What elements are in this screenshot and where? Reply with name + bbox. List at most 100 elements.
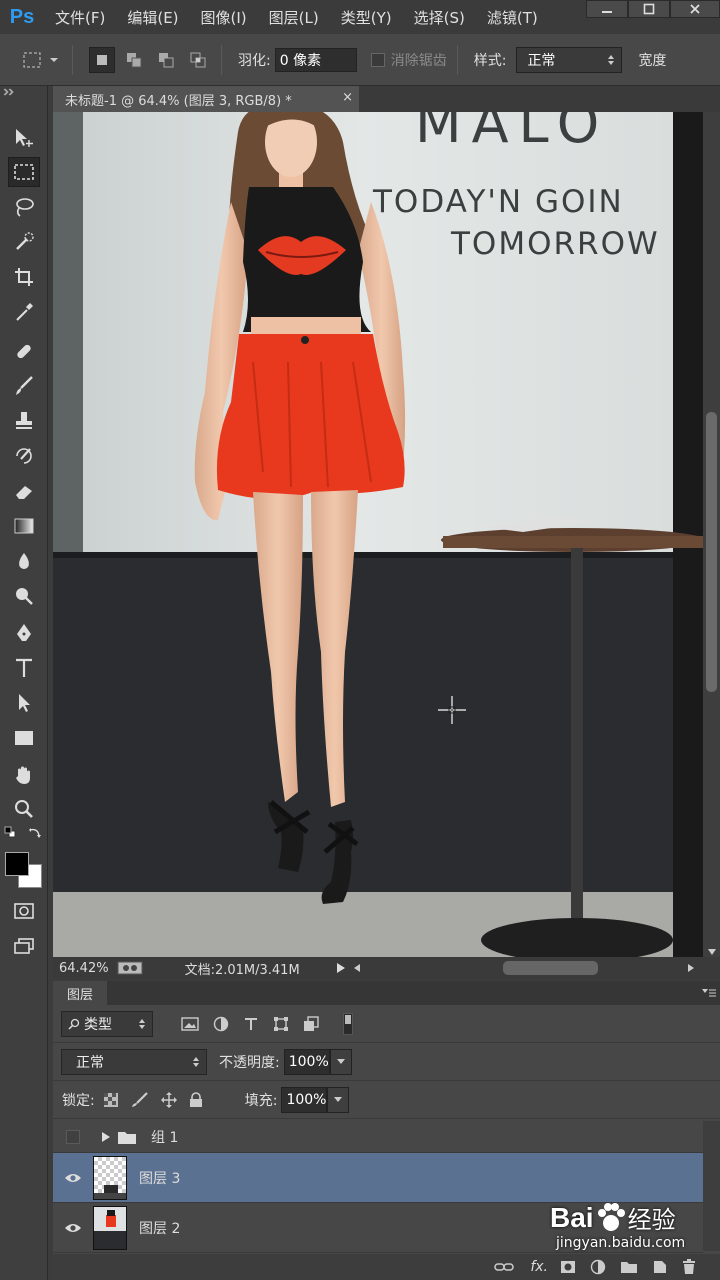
add-selection-button[interactable] — [121, 47, 147, 73]
canvas-vertical-scrollbar[interactable] — [703, 112, 720, 957]
default-colors-button[interactable] — [4, 826, 16, 838]
clone-stamp-tool[interactable] — [8, 406, 40, 436]
eyedropper-tool[interactable] — [8, 297, 40, 327]
rect-marquee-tool[interactable] — [8, 157, 40, 187]
maximize-button[interactable] — [628, 0, 670, 18]
fill-input[interactable]: 100% — [281, 1086, 328, 1113]
healing-brush-tool[interactable] — [8, 336, 40, 366]
expand-arrow-icon[interactable] — [101, 1131, 111, 1143]
swap-colors-button[interactable] — [28, 826, 42, 840]
visibility-toggle[interactable] — [53, 1129, 93, 1144]
path-selection-tool[interactable] — [8, 688, 40, 718]
filter-type-icon[interactable] — [243, 1016, 259, 1032]
layer-row-group[interactable]: 组 1 — [53, 1121, 703, 1153]
crop-tool[interactable] — [8, 262, 40, 292]
brush-tool[interactable] — [8, 371, 40, 401]
antialias-label: 消除锯齿 — [390, 52, 447, 69]
eye-icon — [65, 1173, 81, 1182]
document-tab[interactable]: 未标题-1 @ 64.4% (图层 3, RGB/8) * × — [53, 86, 359, 112]
filter-kind-select[interactable]: 类型 — [61, 1010, 153, 1037]
dodge-tool[interactable] — [8, 581, 40, 611]
panel-menu-icon[interactable] — [702, 989, 716, 997]
type-icon — [16, 658, 32, 677]
close-tab-button[interactable]: × — [342, 90, 353, 105]
filter-shape-icon[interactable] — [273, 1016, 289, 1032]
lasso-tool[interactable] — [8, 192, 40, 222]
new-selection-button[interactable] — [89, 46, 115, 73]
eye-icon — [65, 1223, 81, 1232]
zoom-tool[interactable] — [8, 794, 40, 824]
menu-image[interactable]: 图像(I) — [190, 7, 258, 28]
chevron-down-icon — [334, 1097, 343, 1102]
document-tab-bar: 未标题-1 @ 64.4% (图层 3, RGB/8) * × — [3, 86, 720, 112]
menu-layer[interactable]: 图层(L) — [258, 7, 330, 28]
status-info-icon[interactable] — [117, 961, 143, 975]
foreground-color-swatch[interactable] — [5, 852, 29, 876]
style-select[interactable]: 正常 — [516, 46, 623, 73]
close-window-button[interactable] — [670, 0, 720, 18]
opacity-input[interactable]: 100% — [283, 1048, 330, 1075]
gradient-tool[interactable] — [8, 511, 40, 541]
filter-smart-object-icon[interactable] — [303, 1015, 319, 1032]
antialias-checkbox[interactable] — [370, 52, 385, 67]
zoom-level[interactable]: 64.42% — [59, 961, 109, 976]
layer-style-button[interactable]: fx. — [530, 1259, 548, 1275]
blend-mode-value: 正常 — [76, 1054, 104, 1071]
screen-mode-icon — [14, 938, 34, 954]
add-selection-icon — [127, 52, 142, 67]
menu-file[interactable]: 文件(F) — [44, 7, 116, 28]
eraser-tool[interactable] — [8, 476, 40, 506]
history-brush-tool[interactable] — [8, 441, 40, 471]
subtract-selection-button[interactable] — [153, 47, 179, 73]
scroll-down-arrow-icon[interactable] — [708, 949, 716, 955]
lock-transparent-pixels-icon[interactable] — [103, 1092, 119, 1108]
scroll-left-arrow-icon[interactable] — [353, 964, 360, 972]
layers-tab[interactable]: 图层 — [53, 981, 107, 1005]
lock-all-icon[interactable] — [189, 1091, 203, 1108]
visibility-toggle[interactable] — [53, 1172, 93, 1184]
fill-dropdown-button[interactable] — [327, 1086, 350, 1113]
rectangle-tool[interactable] — [8, 723, 40, 753]
intersect-selection-button[interactable] — [185, 47, 211, 73]
filter-adjustment-icon[interactable] — [213, 1016, 229, 1032]
opacity-dropdown-button[interactable] — [329, 1048, 352, 1075]
status-menu-arrow-icon[interactable] — [336, 962, 346, 974]
visibility-toggle[interactable] — [53, 1222, 93, 1234]
move-tool[interactable] — [8, 122, 40, 152]
filter-pixel-icon[interactable] — [181, 1016, 199, 1032]
blur-tool[interactable] — [8, 546, 40, 576]
layers-panel-header: 图层 — [53, 981, 720, 1005]
quick-selection-tool[interactable] — [8, 227, 40, 257]
menu-filter[interactable]: 滤镜(T) — [476, 7, 549, 28]
quick-mask-button[interactable] — [8, 896, 40, 926]
minimize-button[interactable] — [586, 0, 628, 18]
fill-label: 填充: — [244, 1092, 278, 1109]
menu-edit[interactable]: 编辑(E) — [116, 7, 189, 28]
folder-icon — [118, 1131, 136, 1144]
updown-arrow-icon — [193, 1056, 199, 1067]
lock-image-pixels-icon[interactable] — [131, 1091, 149, 1108]
chevron-down-icon — [336, 1059, 345, 1064]
filter-toggle-switch[interactable] — [343, 1012, 353, 1035]
hand-tool[interactable] — [8, 760, 40, 790]
feather-input[interactable]: 0 像素 — [274, 47, 357, 72]
type-tool[interactable] — [8, 653, 40, 683]
horizontal-scrollbar-thumb[interactable] — [503, 961, 598, 975]
link-layers-icon[interactable] — [494, 1261, 515, 1273]
marquee-preset-button[interactable] — [22, 47, 62, 73]
new-selection-icon — [97, 54, 107, 65]
watermark-brand-suffix: 经验 — [627, 1206, 676, 1234]
screen-mode-button[interactable] — [8, 931, 40, 961]
lock-position-icon[interactable] — [160, 1091, 177, 1108]
menu-select[interactable]: 选择(S) — [403, 7, 476, 28]
gradient-icon — [14, 518, 34, 534]
blend-mode-select[interactable]: 正常 — [61, 1048, 207, 1075]
scrollbar-thumb[interactable] — [706, 412, 717, 692]
menu-type[interactable]: 类型(Y) — [330, 7, 403, 28]
scroll-right-arrow-icon[interactable] — [688, 964, 694, 972]
canvas[interactable]: MALO TODAY'N GOIN TOMORROW — [53, 112, 703, 957]
layer-row-selected[interactable]: 图层 3 — [53, 1153, 703, 1203]
divider — [72, 44, 73, 75]
pen-tool[interactable] — [8, 618, 40, 648]
panel-collapse-icon[interactable] — [3, 88, 17, 96]
